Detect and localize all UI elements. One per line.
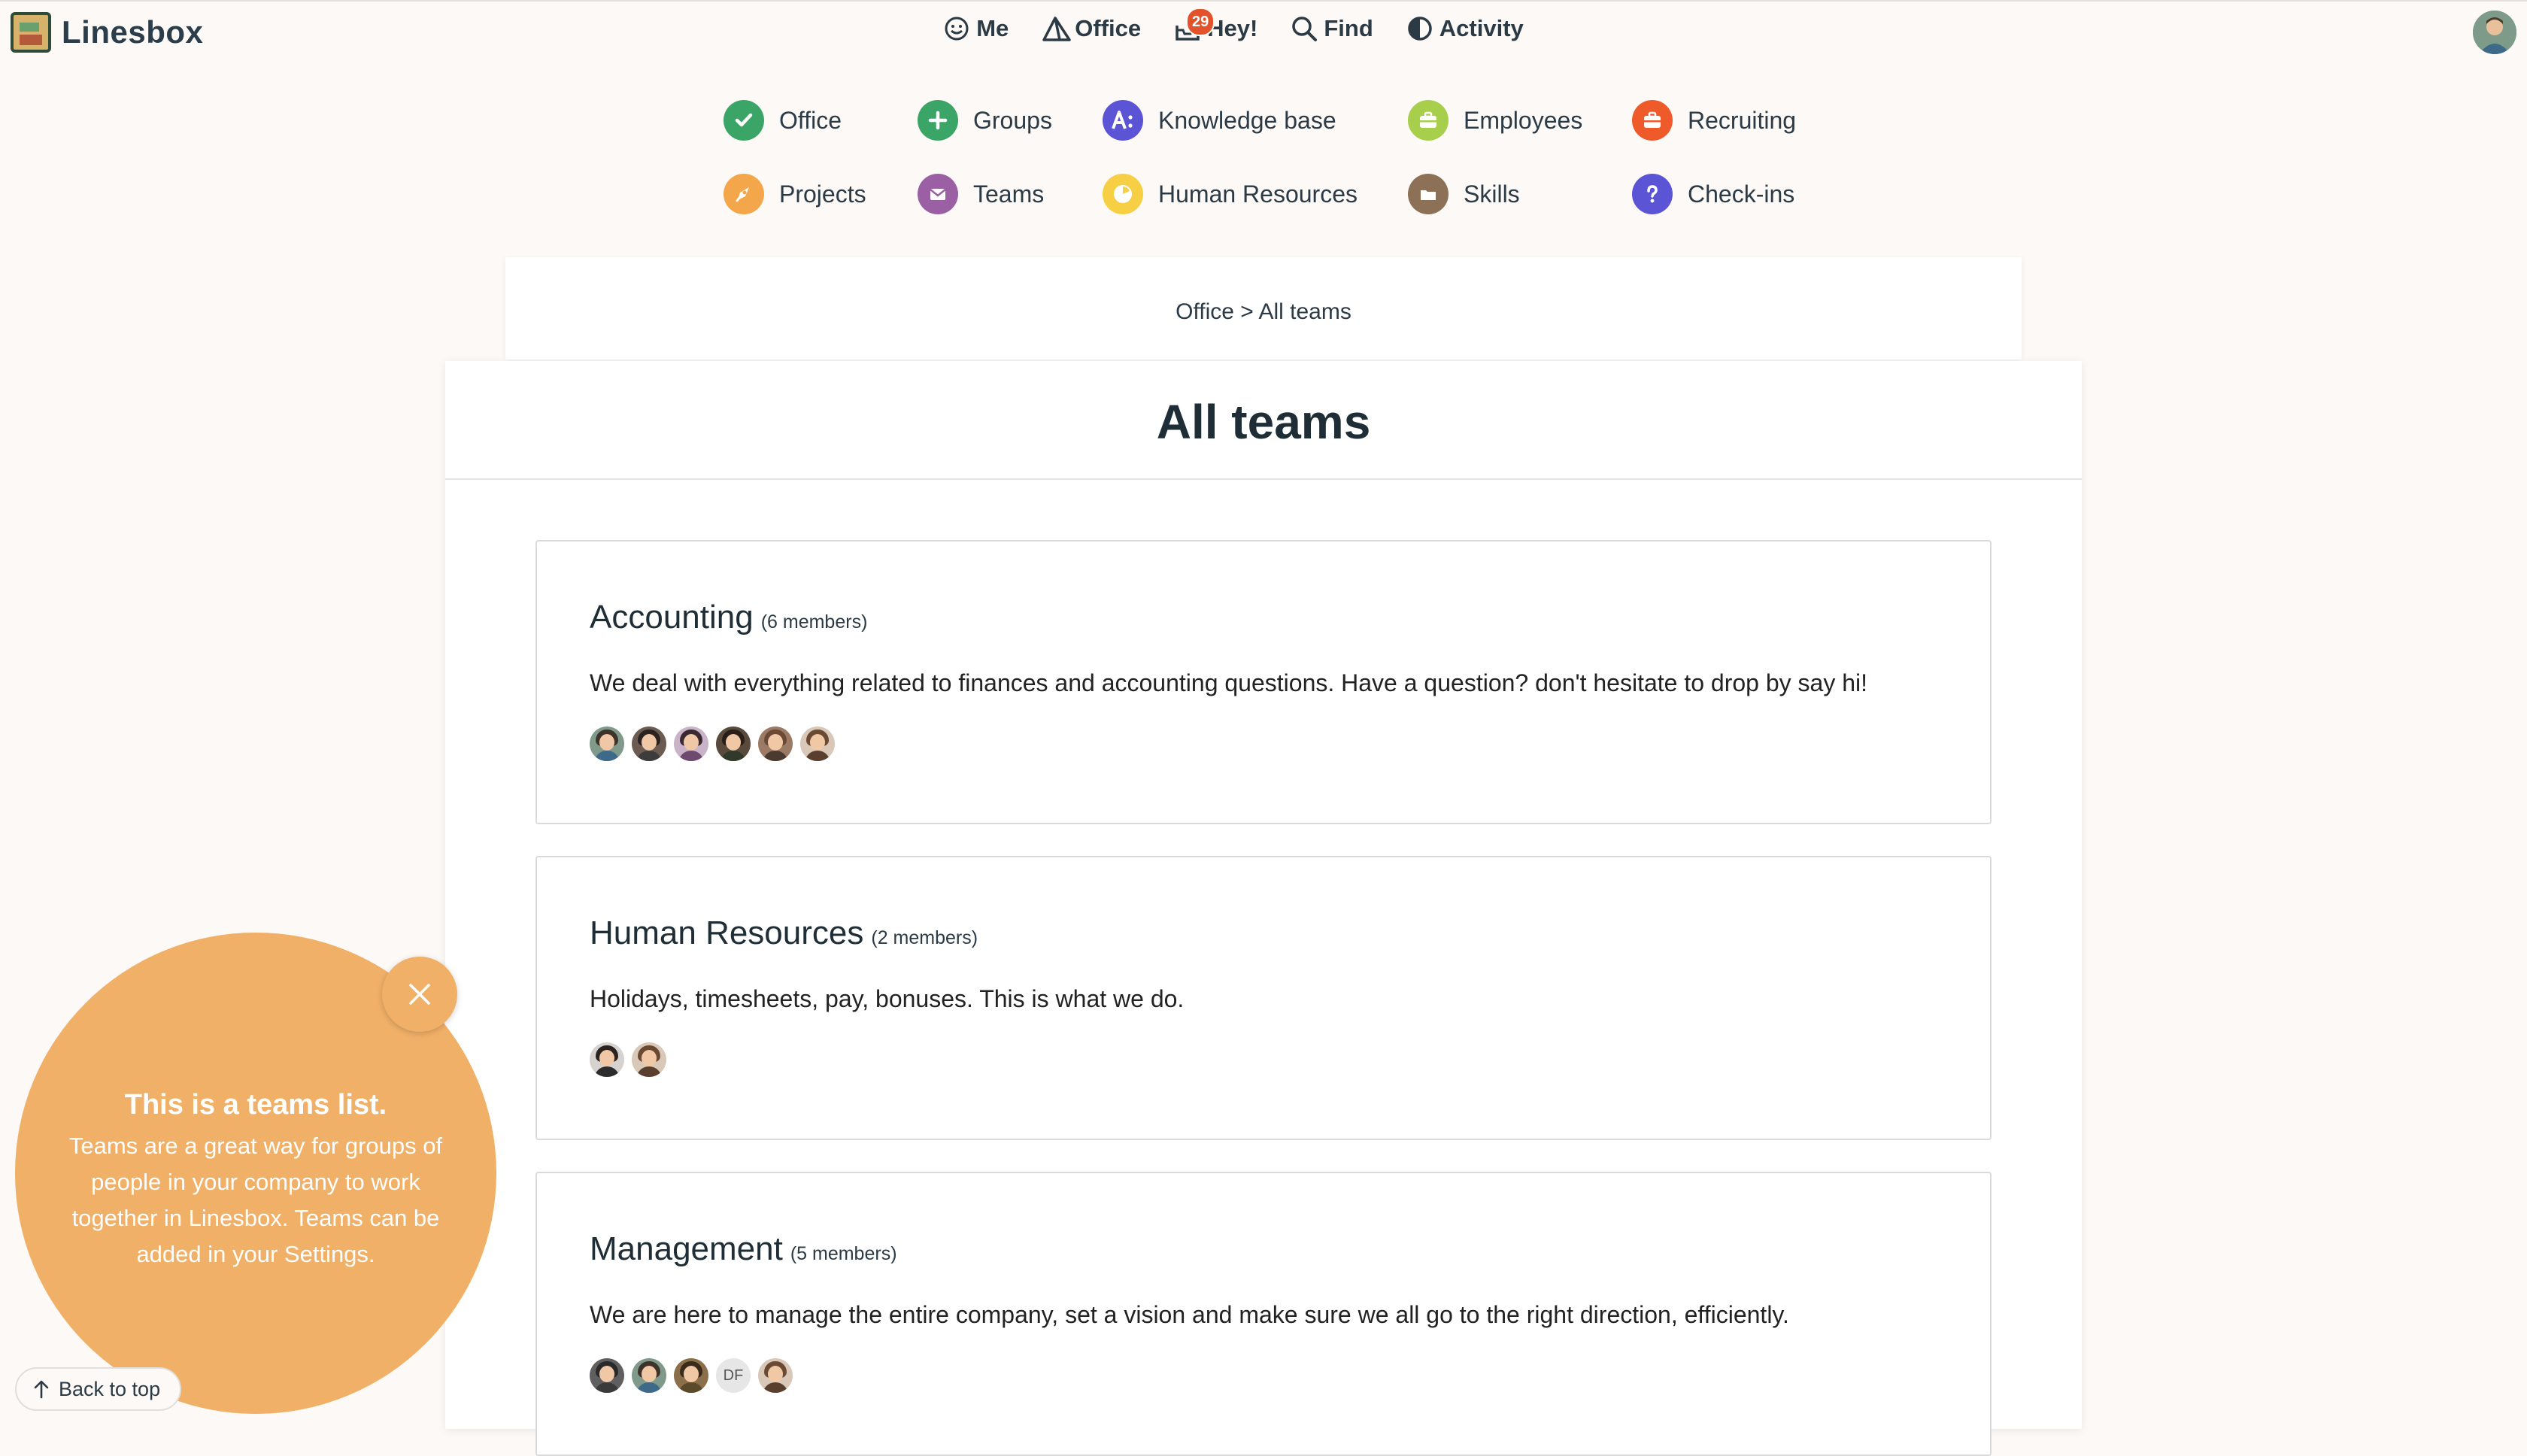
app-knowledge-base[interactable]: Knowledge base	[1103, 100, 1408, 141]
member-avatar[interactable]	[632, 1358, 666, 1393]
breadcrumb[interactable]: Office > All teams	[505, 299, 2022, 325]
member-avatar[interactable]	[800, 726, 835, 761]
plus-icon	[918, 100, 958, 141]
nav-me-label: Me	[976, 15, 1009, 41]
app-recruiting[interactable]: Recruiting	[1632, 100, 1828, 141]
hey-inbox-icon: 29	[1174, 8, 1215, 42]
recruiting-briefcase-icon	[1632, 100, 1673, 141]
tour-text: Teams are a great way for groups of peop…	[68, 1133, 443, 1267]
back-to-top-button[interactable]: Back to top	[15, 1367, 182, 1411]
notification-badge: 29	[1186, 8, 1215, 36]
back-to-top-label: Back to top	[59, 1377, 161, 1400]
member-avatar[interactable]	[590, 1358, 624, 1393]
office-tent-icon	[1042, 15, 1072, 42]
tour-close-button[interactable]	[382, 957, 457, 1032]
app-human-resources[interactable]: Human Resources	[1103, 174, 1408, 214]
smiley-icon	[943, 15, 970, 42]
member-avatar[interactable]	[674, 726, 708, 761]
member-avatar[interactable]	[632, 1042, 666, 1077]
app-groups-label: Groups	[973, 106, 1052, 134]
rocket-icon	[724, 174, 764, 214]
apps-grid: Office Groups Knowledge base Employees R…	[724, 100, 1822, 214]
team-members	[590, 726, 835, 761]
member-avatar[interactable]	[590, 726, 624, 761]
app-skills-label: Skills	[1464, 180, 1520, 208]
nav-hey[interactable]: 29 Hey!	[1174, 8, 1258, 42]
top-bar: Linesbox Me Office 29 Hey! Find Activity	[0, 0, 2527, 65]
member-avatar[interactable]	[590, 1042, 624, 1077]
team-members	[590, 1042, 666, 1077]
tour-title: This is a teams list.	[124, 1089, 387, 1121]
team-member-count: (5 members)	[790, 1243, 897, 1264]
nav-hey-label: Hey!	[1207, 15, 1258, 41]
arrow-up-icon	[34, 1380, 49, 1399]
top-nav: Me Office 29 Hey! Find Activity	[0, 8, 2527, 42]
folder-icon	[1408, 174, 1449, 214]
team-members: DF	[590, 1358, 793, 1393]
team-name-label: Accounting	[590, 599, 754, 635]
app-office[interactable]: Office	[724, 100, 918, 141]
app-office-label: Office	[779, 106, 842, 134]
activity-half-circle-icon	[1406, 15, 1433, 42]
breadcrumb-card: Office > All teams	[505, 257, 2022, 359]
app-projects[interactable]: Projects	[724, 174, 918, 214]
member-avatar[interactable]	[716, 726, 751, 761]
team-member-count: (2 members)	[871, 927, 978, 948]
app-knowledge-base-label: Knowledge base	[1158, 106, 1336, 134]
app-employees-label: Employees	[1464, 106, 1583, 134]
briefcase-icon	[1408, 100, 1449, 141]
app-groups[interactable]: Groups	[918, 100, 1103, 141]
envelope-icon	[918, 174, 958, 214]
team-name[interactable]: Management (5 members)	[590, 1230, 897, 1268]
question-icon	[1632, 174, 1673, 214]
search-icon	[1291, 15, 1318, 42]
team-card[interactable]: Management (5 members) We are here to man…	[535, 1172, 1992, 1456]
team-member-count: (6 members)	[760, 611, 868, 632]
team-card[interactable]: Human Resources (2 members) Holidays, tim…	[535, 856, 1992, 1140]
nav-find[interactable]: Find	[1291, 15, 1373, 42]
team-name[interactable]: Accounting (6 members)	[590, 599, 867, 636]
title-divider	[445, 478, 2082, 480]
app-projects-label: Projects	[779, 180, 866, 208]
knowledge-icon	[1103, 100, 1143, 141]
team-name-label: Human Resources	[590, 915, 864, 951]
app-skills[interactable]: Skills	[1408, 174, 1632, 214]
close-icon	[409, 984, 430, 1005]
app-employees[interactable]: Employees	[1408, 100, 1632, 141]
team-description: We are here to manage the entire company…	[590, 1301, 1789, 1328]
app-recruiting-label: Recruiting	[1688, 106, 1797, 134]
nav-find-label: Find	[1324, 15, 1373, 41]
nav-office[interactable]: Office	[1042, 15, 1141, 42]
nav-me[interactable]: Me	[943, 15, 1009, 42]
app-teams[interactable]: Teams	[918, 174, 1103, 214]
nav-office-label: Office	[1075, 15, 1142, 41]
nav-activity[interactable]: Activity	[1406, 15, 1524, 42]
member-avatar[interactable]	[632, 726, 666, 761]
team-description: Holidays, timesheets, pay, bonuses. This…	[590, 985, 1185, 1012]
member-avatar[interactable]: DF	[716, 1358, 751, 1393]
page-title: All teams	[1156, 395, 1371, 449]
team-description: We deal with everything related to finan…	[590, 669, 1868, 696]
member-avatar[interactable]	[674, 1358, 708, 1393]
team-name[interactable]: Human Resources (2 members)	[590, 915, 978, 952]
check-icon	[724, 100, 764, 141]
main-card: All teams Accounting (6 members) We deal …	[445, 361, 2082, 1456]
clock-icon	[1103, 174, 1143, 214]
member-avatar[interactable]	[758, 1358, 793, 1393]
user-avatar[interactable]	[2473, 11, 2516, 54]
team-name-label: Management	[590, 1230, 783, 1267]
nav-activity-label: Activity	[1439, 15, 1524, 41]
app-human-resources-label: Human Resources	[1158, 180, 1358, 208]
member-avatar[interactable]	[758, 726, 793, 761]
app-teams-label: Teams	[973, 180, 1045, 208]
app-check-ins[interactable]: Check-ins	[1632, 174, 1828, 214]
app-check-ins-label: Check-ins	[1688, 180, 1795, 208]
team-card[interactable]: Accounting (6 members) We deal with every…	[535, 540, 1992, 824]
